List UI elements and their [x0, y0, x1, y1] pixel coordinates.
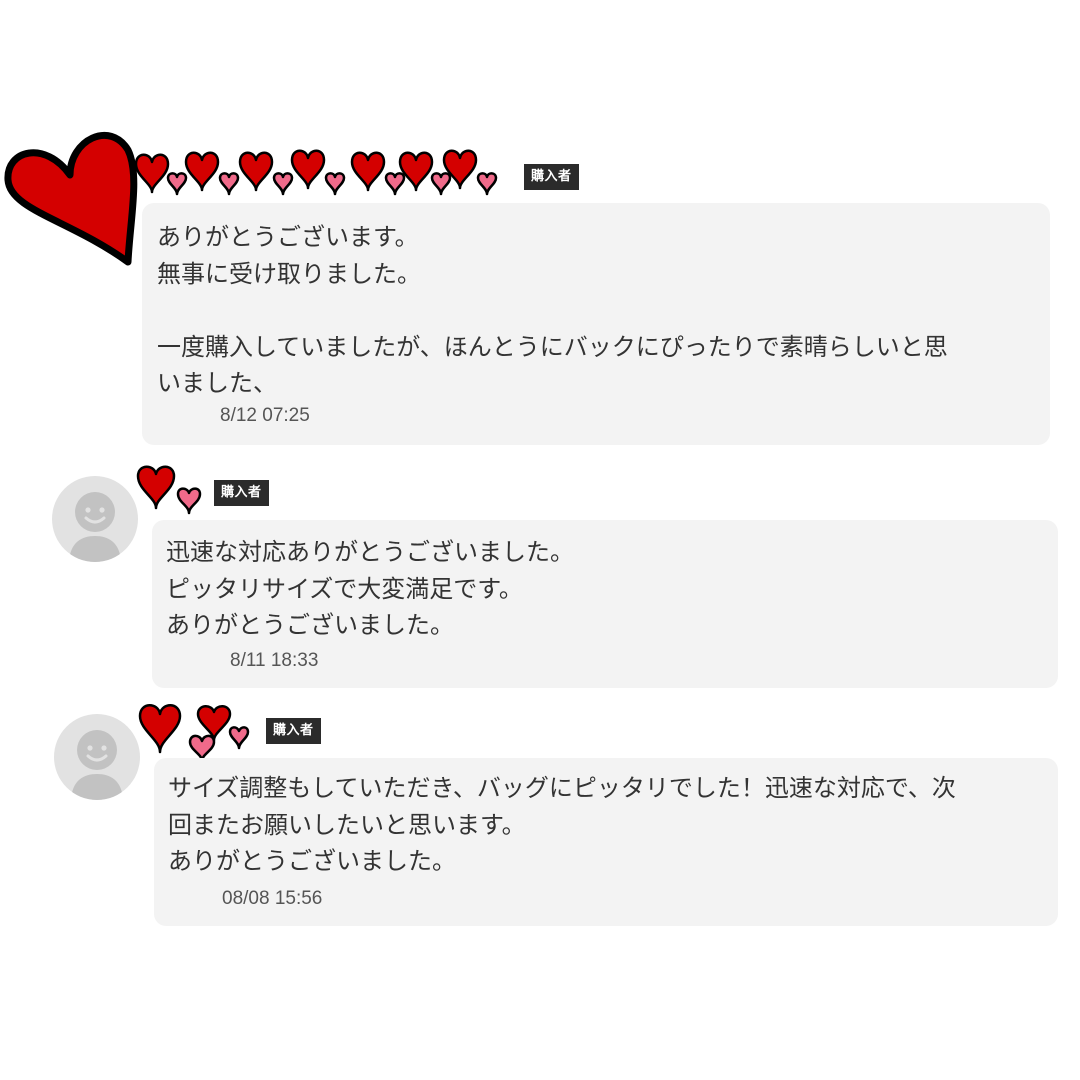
hearts-sticker-icon — [138, 704, 250, 762]
comment-bubble: サイズ調整もしていただき、バッグにピッタリでした！迅速な対応で、次 回またお願い… — [154, 758, 1058, 926]
buyer-badge: 購入者 — [266, 718, 321, 744]
review-item: 購入者 サイズ調整もしていただき、バッグにピッタリでした！迅速な対応で、次 回ま… — [0, 0, 1080, 940]
default-user-avatar-icon — [54, 714, 140, 800]
comment-text: サイズ調整もしていただき、バッグにピッタリでした！迅速な対応で、次 回またお願い… — [168, 774, 956, 875]
comment-timestamp: 08/08 15:56 — [222, 888, 323, 909]
